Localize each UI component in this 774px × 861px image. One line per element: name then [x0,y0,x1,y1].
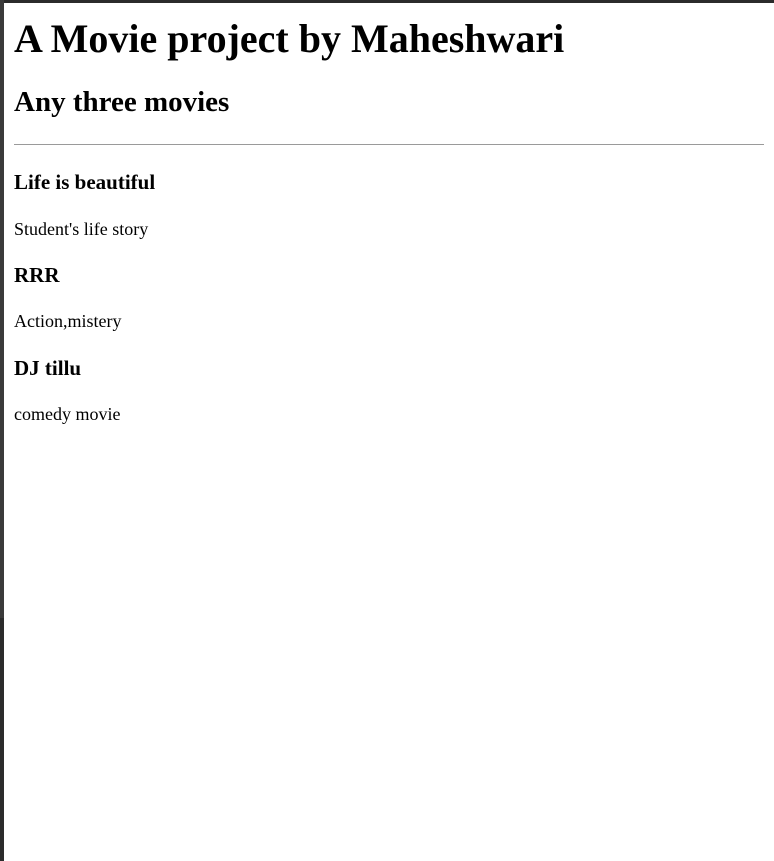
movie-title: Life is beautiful [14,170,156,195]
divider [14,144,764,146]
movie-title: RRR [14,263,60,288]
movie-description: comedy movie [14,404,121,425]
page-content: A Movie project by Maheshwari Any three … [4,16,774,426]
movie-description: Action,mistery [14,311,122,332]
browser-viewport: A Movie project by Maheshwari Any three … [4,3,774,861]
page-subtitle: Any three movies [14,86,230,118]
page-title: A Movie project by Maheshwari [14,16,565,61]
movie-description: Student's life story [14,218,149,239]
movie-title: DJ tillu [14,355,82,380]
